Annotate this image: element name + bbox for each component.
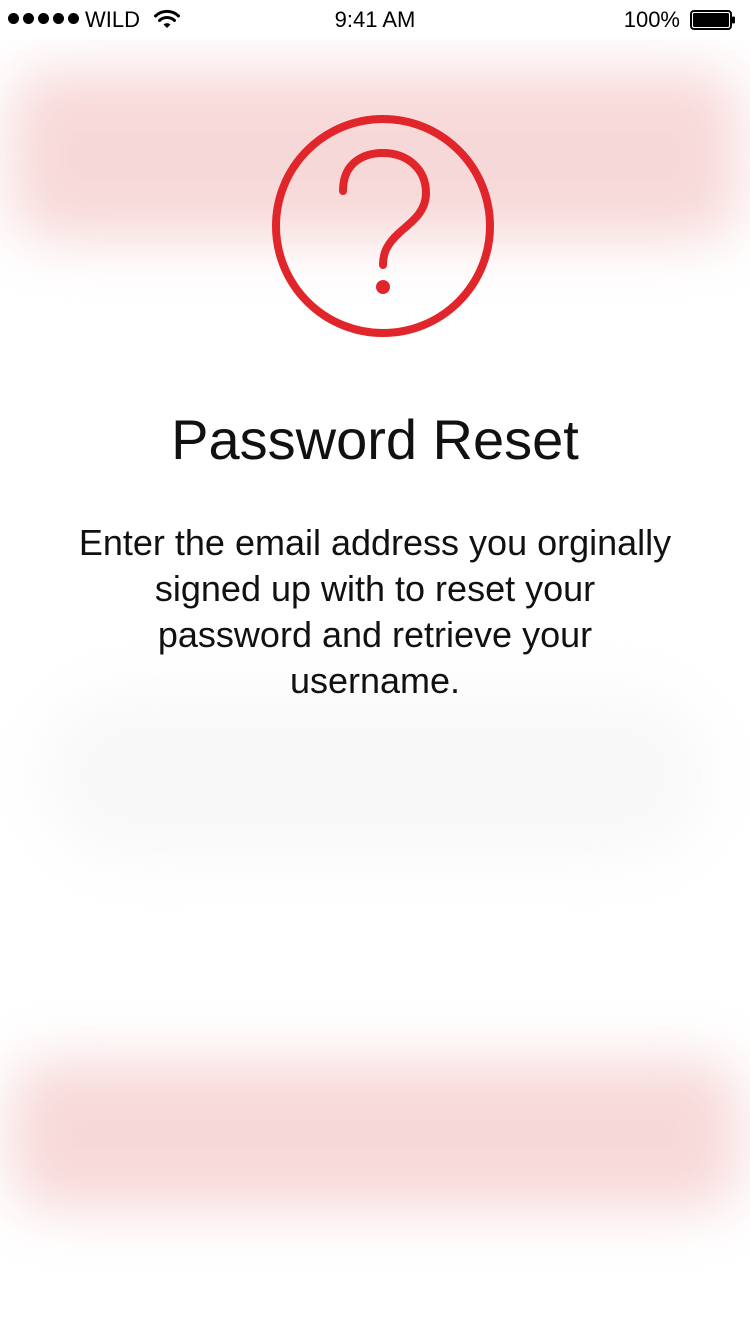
page-title: Password Reset — [171, 408, 579, 471]
status-bar: WILD 9:41 AM 100% — [0, 0, 750, 40]
battery-icon — [690, 10, 735, 30]
instruction-text: Enter the email address you orginally si… — [78, 522, 672, 701]
question-mark-circle-icon — [272, 115, 494, 337]
decorative-glow-bottom — [10, 1060, 740, 1210]
battery-percentage: 100% — [623, 7, 680, 32]
decorative-glow-middle — [40, 690, 710, 860]
